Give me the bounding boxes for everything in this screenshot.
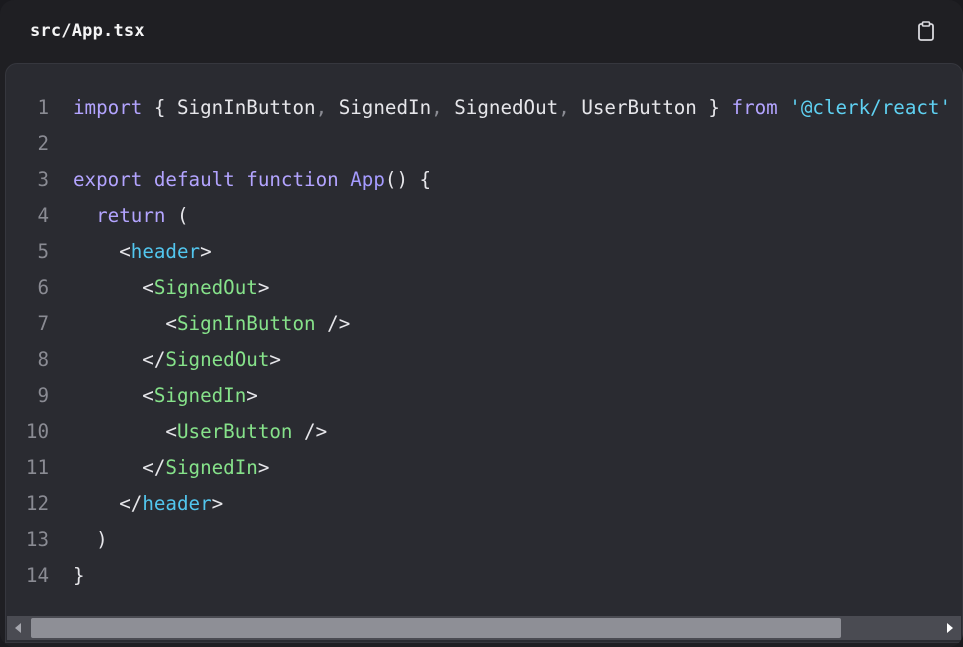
scroll-left-arrow-icon[interactable] <box>7 616 29 640</box>
code-line: 12 </header> <box>6 485 962 521</box>
code-token: > <box>211 491 224 515</box>
line-number: 1 <box>37 95 49 119</box>
code-text: } <box>49 564 85 587</box>
scrollbar-thumb[interactable] <box>31 618 841 638</box>
code-token: UserButton } <box>569 95 732 119</box>
code-token: < <box>73 311 177 335</box>
code-token: < <box>73 419 177 443</box>
line-number: 10 <box>25 419 49 443</box>
line-number: 4 <box>37 203 49 227</box>
code-token: > <box>200 239 212 263</box>
code-line: 13 ) <box>6 521 962 557</box>
code-text: ) <box>49 528 108 551</box>
code-token: < <box>73 239 131 263</box>
code-token: </ <box>73 491 143 515</box>
line-number: 5 <box>37 239 49 263</box>
code-token: () { <box>384 167 432 191</box>
code-text: return ( <box>49 203 189 227</box>
line-number: 12 <box>25 491 49 515</box>
clipboard-icon[interactable] <box>915 20 937 42</box>
code-block: 1 import { SignInButton, SignedIn, Signed… <box>6 89 962 593</box>
code-token: from <box>731 95 778 119</box>
code-token: /> <box>315 311 351 335</box>
code-token: import <box>73 95 143 119</box>
code-panel: 1 import { SignInButton, SignedIn, Signed… <box>5 63 963 643</box>
code-text: </SignedIn> <box>49 456 269 479</box>
horizontal-scrollbar[interactable] <box>7 616 961 640</box>
code-line: 1 import { SignInButton, SignedIn, Signed… <box>6 89 962 125</box>
code-token: , <box>431 95 443 119</box>
code-line: 9 <SignedIn> <box>6 377 962 413</box>
code-line: 2 <box>6 125 962 161</box>
code-text: <SignInButton /> <box>49 312 350 335</box>
code-line: 5 <header> <box>6 233 962 269</box>
code-line: 14} <box>6 557 962 593</box>
code-header: src/App.tsx <box>0 0 963 62</box>
code-token: < <box>73 383 154 407</box>
code-token: > <box>246 383 258 407</box>
code-token: > <box>257 275 270 299</box>
code-text: import { SignInButton, SignedIn, SignedO… <box>49 96 951 119</box>
code-text: <header> <box>49 239 212 263</box>
line-number: 13 <box>25 527 49 551</box>
code-line: 6 <SignedOut> <box>6 269 962 305</box>
code-token: header <box>130 239 201 263</box>
line-number: 2 <box>37 131 49 155</box>
code-token: } <box>73 563 85 587</box>
scrollbar-track[interactable] <box>29 616 939 640</box>
code-token: header <box>142 491 212 515</box>
code-text: <SignedOut> <box>49 276 269 299</box>
code-token: App <box>350 167 385 191</box>
code-token: return <box>96 203 166 227</box>
code-token: SignedOut <box>442 95 559 119</box>
code-token: { SignInButton <box>142 95 316 119</box>
code-token: ) <box>73 527 108 551</box>
code-token: SignedIn <box>153 383 247 407</box>
code-text: <SignedIn> <box>49 384 258 407</box>
code-line: 8 </SignedOut> <box>6 341 962 377</box>
code-window: src/App.tsx 1 import { SignInButton, Sign… <box>0 0 963 647</box>
code-token: UserButton <box>176 419 293 443</box>
code-line: 7 <SignInButton /> <box>6 305 962 341</box>
code-line: 3 export default function App() { <box>6 161 962 197</box>
line-number: 14 <box>25 563 49 587</box>
line-number: 6 <box>37 275 49 299</box>
code-token: '@clerk/react' <box>789 95 952 119</box>
code-text: export default function App() { <box>49 168 431 191</box>
line-number: 9 <box>37 383 49 407</box>
code-token: , <box>558 95 570 119</box>
code-token: export default function <box>73 167 351 191</box>
scroll-right-arrow-icon[interactable] <box>939 616 961 640</box>
code-text: </header> <box>49 492 223 515</box>
line-number: 7 <box>37 311 49 335</box>
code-token: SignedOut <box>165 347 270 371</box>
line-number: 11 <box>25 455 49 479</box>
code-token: SignedIn <box>327 95 432 119</box>
line-number: 3 <box>37 167 49 191</box>
code-token: < <box>73 275 154 299</box>
code-token: , <box>315 95 328 119</box>
code-text: <UserButton /> <box>49 420 327 443</box>
code-text: </SignedOut> <box>49 348 281 371</box>
code-token: > <box>269 347 281 371</box>
code-line: 10 <UserButton /> <box>6 413 962 449</box>
code-token: SignedIn <box>165 455 258 479</box>
code-line: 4 return ( <box>6 197 962 233</box>
code-token: SignInButton <box>176 311 316 335</box>
code-token: </ <box>73 455 166 479</box>
code-token: > <box>257 455 270 479</box>
code-line: 11 </SignedIn> <box>6 449 962 485</box>
code-token: /> <box>292 419 328 443</box>
file-name: src/App.tsx <box>30 21 145 41</box>
code-token: ( <box>165 203 189 227</box>
line-number: 8 <box>37 347 49 371</box>
code-token: SignedOut <box>153 275 258 299</box>
code-token: </ <box>73 347 166 371</box>
